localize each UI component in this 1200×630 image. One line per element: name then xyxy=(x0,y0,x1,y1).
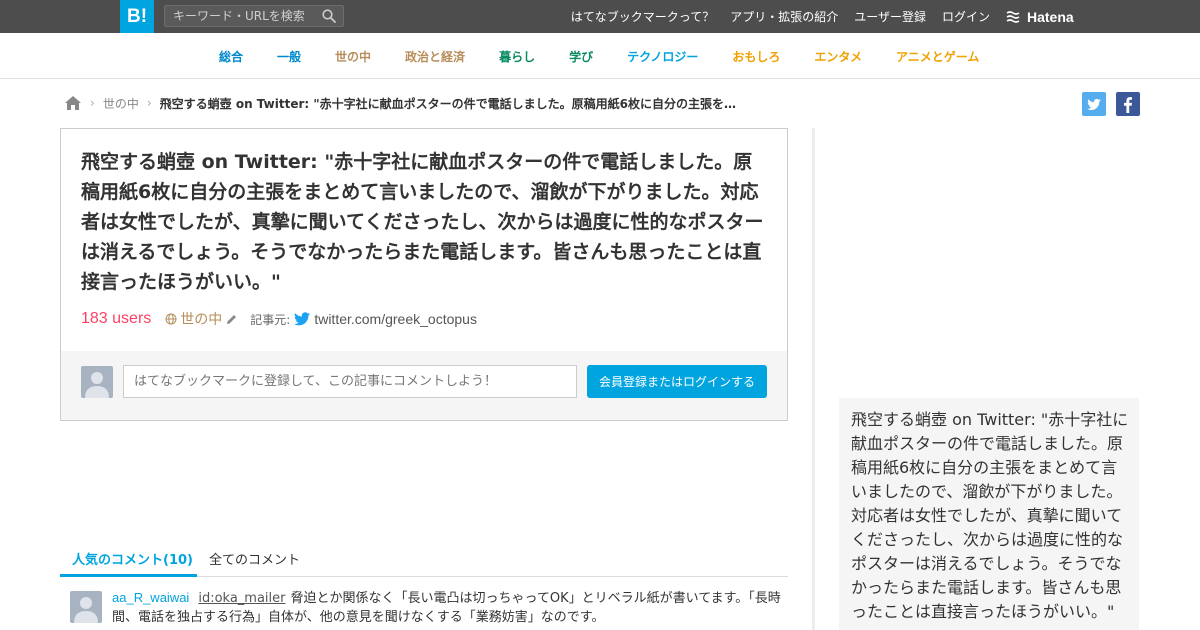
category-nav-item[interactable]: エンタメ xyxy=(814,48,862,65)
source-label: 記事元: xyxy=(250,312,291,327)
nav-register[interactable]: ユーザー登録 xyxy=(854,8,926,25)
sidebar-divider xyxy=(812,128,815,630)
commenter-avatar[interactable] xyxy=(70,591,102,623)
comment-mention[interactable]: id:oka_mailer xyxy=(198,591,285,606)
twitter-icon xyxy=(1087,98,1101,110)
pencil-icon[interactable] xyxy=(225,313,238,326)
twitter-bird-icon xyxy=(294,312,311,326)
category-nav-item[interactable]: おもしろ xyxy=(732,48,780,65)
category-nav-item[interactable]: 総合 xyxy=(219,48,243,65)
search-icon[interactable] xyxy=(322,9,336,23)
home-icon[interactable] xyxy=(64,95,82,111)
search-input[interactable] xyxy=(173,8,313,24)
search-box xyxy=(164,5,344,27)
source-link[interactable]: twitter.com/greek_octopus xyxy=(294,311,477,327)
comment-body: aa_R_waiwai id:oka_mailer 脅迫とか関係なく「長い電凸は切っ… xyxy=(112,588,782,627)
chevron-right-icon: › xyxy=(90,96,95,110)
tab-popular-comments[interactable]: 人気のコメント(10) xyxy=(72,549,193,568)
category-nav-item[interactable]: テクノロジー xyxy=(627,48,698,65)
hatena-bookmark-logo[interactable]: B! xyxy=(120,0,154,33)
comment-username[interactable]: aa_R_waiwai xyxy=(112,590,189,605)
sidebar-summary-card: 飛空する蛸壺 on Twitter: "赤十字社に献血ポスターの件で電話しました… xyxy=(839,398,1139,630)
entry-meta: 183 users 世の中 記事元: twitter.com/greek_oct… xyxy=(81,309,477,329)
user-silhouette-icon xyxy=(85,372,109,398)
category-nav-item[interactable]: アニメとゲーム xyxy=(896,48,979,65)
category-nav-item[interactable]: 政治と経済 xyxy=(405,48,465,65)
share-twitter-button[interactable] xyxy=(1082,92,1106,116)
nav-apps[interactable]: アプリ・拡張の紹介 xyxy=(730,8,838,25)
register-or-login-button[interactable]: 会員登録またはログインする xyxy=(587,365,767,398)
facebook-icon xyxy=(1124,97,1132,113)
entry-title[interactable]: 飛空する蛸壺 on Twitter: "赤十字社に献血ポスターの件で電話しました… xyxy=(81,147,771,297)
top-nav: はてなブックマークって？ アプリ・拡張の紹介 ユーザー登録 ログイン xyxy=(571,0,990,33)
comment-item: aa_R_waiwai id:oka_mailer 脅迫とか関係なく「長い電凸は切っ… xyxy=(70,586,790,630)
chevron-right-icon: › xyxy=(146,96,152,110)
category-nav: 総合 一般 世の中 政治と経済 暮らし 学び テクノロジー おもしろ エンタメ アニメとゲーム xyxy=(0,33,1200,79)
category-nav-item[interactable]: 一般 xyxy=(277,48,301,65)
user-silhouette-icon xyxy=(74,597,98,623)
category-nav-item[interactable]: 世の中 xyxy=(335,48,371,65)
category-nav-item[interactable]: 学び xyxy=(569,48,593,65)
entry-card: 飛空する蛸壺 on Twitter: "赤十字社に献血ポスターの件で電話しました… xyxy=(60,128,788,421)
top-bar: B! はてなブックマークって？ アプリ・拡張の紹介 ユーザー登録 ログイン Ha… xyxy=(0,0,1200,33)
default-avatar xyxy=(81,366,113,398)
globe-icon xyxy=(165,313,177,325)
hatena-logo-icon xyxy=(1006,11,1020,23)
breadcrumb: › 世の中 › 飛空する蛸壺 on Twitter: "赤十字社に献血ポスターの… xyxy=(64,94,764,112)
comment-input[interactable] xyxy=(123,365,577,398)
nav-login[interactable]: ログイン xyxy=(942,8,990,25)
comment-form: 会員登録またはログインする xyxy=(61,351,787,420)
users-count[interactable]: 183 users xyxy=(81,310,151,328)
breadcrumb-current: 飛空する蛸壺 on Twitter: "赤十字社に献血ポスターの件で電話しました… xyxy=(159,96,745,111)
hatena-menu[interactable]: Hatena xyxy=(1006,8,1074,26)
category-nav-item[interactable]: 暮らし xyxy=(499,48,535,65)
entry-category-label: 世の中 xyxy=(180,312,223,328)
entry-category[interactable]: 世の中 xyxy=(165,309,238,329)
breadcrumb-category[interactable]: 世の中 xyxy=(103,95,139,112)
hatena-label: Hatena xyxy=(1027,9,1074,25)
nav-about[interactable]: はてなブックマークって？ xyxy=(571,8,714,25)
tab-all-comments[interactable]: 全てのコメント xyxy=(209,549,300,568)
sidebar-summary-text: 飛空する蛸壺 on Twitter: "赤十字社に献血ポスターの件で電話しました… xyxy=(851,410,1129,621)
source-domain: twitter.com/greek_octopus xyxy=(314,311,477,327)
comment-tabs: 人気のコメント(10) 全てのコメント xyxy=(60,540,788,577)
active-tab-indicator xyxy=(60,574,197,577)
share-facebook-button[interactable] xyxy=(1116,92,1140,116)
